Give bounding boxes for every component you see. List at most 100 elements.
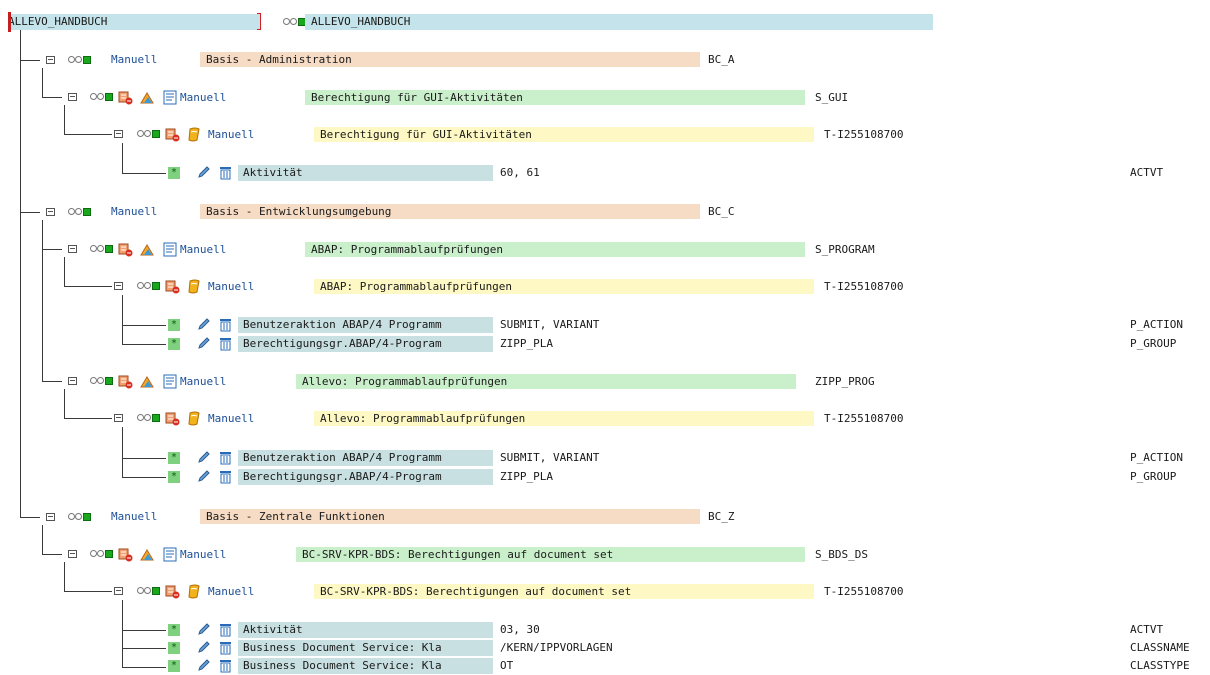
field-value[interactable]: /KERN/IPPVORLAGEN <box>496 640 1124 656</box>
field-label: Benutzeraktion ABAP/4 Programm <box>243 451 442 464</box>
object-tech-name: S_PROGRAM <box>815 243 875 256</box>
tree-line <box>42 381 62 382</box>
collapse-folder-icon[interactable] <box>46 208 55 216</box>
maintained-star-icon: * <box>168 452 180 464</box>
pencil-edit-icon[interactable] <box>196 622 211 637</box>
traffic-light-status-icon <box>90 244 114 254</box>
tree-line <box>122 458 166 459</box>
authorization-label: BC-SRV-KPR-BDS: Berechtigungen auf docum… <box>320 585 632 598</box>
object-text: BC-SRV-KPR-BDS: Berechtigungen auf docum… <box>296 547 805 562</box>
trash-delete-icon[interactable] <box>218 658 233 673</box>
field-value[interactable]: ZIPP_PLA <box>496 469 1124 485</box>
field-value[interactable]: OT <box>496 658 1124 674</box>
field-value[interactable]: ZIPP_PLA <box>496 336 1124 352</box>
traffic-light-status-icon <box>137 586 161 596</box>
collapse-folder-icon[interactable] <box>114 414 123 422</box>
status-manual[interactable]: Manuell <box>111 509 157 524</box>
collapse-folder-icon[interactable] <box>46 56 55 64</box>
collapse-folder-icon[interactable] <box>68 550 77 558</box>
trash-delete-icon[interactable] <box>218 622 233 637</box>
trash-delete-icon[interactable] <box>218 640 233 655</box>
tree-line <box>64 134 112 135</box>
pencil-edit-icon[interactable] <box>196 450 211 465</box>
status-manual[interactable]: Manuell <box>208 127 254 142</box>
category-text: Basis - Zentrale Funktionen <box>200 509 700 524</box>
tree-line <box>64 105 65 135</box>
root-label-box[interactable]: ALLEVO_HANDBUCH <box>8 14 260 30</box>
authorization-label: ABAP: Programmablaufprüfungen <box>320 280 513 293</box>
field-label: Berechtigungsgr.ABAP/4-Program <box>243 470 442 483</box>
tree-line <box>42 97 62 98</box>
pencil-edit-icon[interactable] <box>196 640 211 655</box>
org-level-icon <box>140 376 154 388</box>
maintained-star-icon: * <box>168 471 180 483</box>
profile-icon <box>165 412 180 426</box>
status-manual[interactable]: Manuell <box>180 374 226 389</box>
category-text: Basis - Entwicklungsumgebung <box>200 204 700 219</box>
field-value[interactable]: 03, 30 <box>496 622 1124 638</box>
collapse-folder-icon[interactable] <box>68 377 77 385</box>
root-title-box: ALLEVO_HANDBUCH <box>305 14 933 30</box>
tree-line <box>20 212 40 213</box>
org-level-icon <box>140 92 154 104</box>
status-manual[interactable]: Manuell <box>111 204 157 219</box>
traffic-light-status-icon <box>90 92 114 102</box>
pencil-edit-icon[interactable] <box>196 658 211 673</box>
category-label: Basis - Zentrale Funktionen <box>206 510 385 523</box>
collapse-folder-icon[interactable] <box>68 245 77 253</box>
pencil-edit-icon[interactable] <box>196 469 211 484</box>
trash-delete-icon[interactable] <box>218 469 233 484</box>
authorization-text: BC-SRV-KPR-BDS: Berechtigungen auf docum… <box>314 584 814 599</box>
field-name: Berechtigungsgr.ABAP/4-Program <box>238 336 493 352</box>
tree-line <box>64 591 112 592</box>
tree-line <box>42 220 43 382</box>
pencil-edit-icon[interactable] <box>196 317 211 332</box>
field-value[interactable]: SUBMIT, VARIANT <box>496 317 1124 333</box>
object-tech-name: ZIPP_PROG <box>815 375 875 388</box>
object-tech-name: S_GUI <box>815 91 849 104</box>
collapse-folder-icon[interactable] <box>114 282 123 290</box>
traffic-light-status-icon <box>283 17 307 27</box>
traffic-light-status-icon <box>68 207 92 217</box>
status-manual[interactable]: Manuell <box>208 584 254 599</box>
trash-delete-icon[interactable] <box>218 165 233 180</box>
status-manual[interactable]: Manuell <box>180 90 226 105</box>
status-manual[interactable]: Manuell <box>180 547 226 562</box>
cursor-bracket <box>257 13 261 30</box>
trash-delete-icon[interactable] <box>218 317 233 332</box>
collapse-folder-icon[interactable] <box>114 587 123 595</box>
root-title: ALLEVO_HANDBUCH <box>311 15 411 28</box>
status-manual[interactable]: Manuell <box>208 279 254 294</box>
org-level-icon <box>140 244 154 256</box>
collapse-folder-icon[interactable] <box>114 130 123 138</box>
status-manual[interactable]: Manuell <box>208 411 254 426</box>
status-manual[interactable]: Manuell <box>111 52 157 67</box>
status-manual[interactable]: Manuell <box>180 242 226 257</box>
authorization-tech-name: T-I255108700 <box>824 412 904 425</box>
collapse-folder-icon[interactable] <box>68 93 77 101</box>
field-value[interactable]: SUBMIT, VARIANT <box>496 450 1124 466</box>
authorization-icon <box>188 127 200 142</box>
tree-line <box>122 143 123 174</box>
maintained-star-icon: * <box>168 338 180 350</box>
trash-delete-icon[interactable] <box>218 450 233 465</box>
tree-line <box>64 389 65 419</box>
trash-delete-icon[interactable] <box>218 336 233 351</box>
maintained-star-icon: * <box>168 624 180 636</box>
traffic-light-status-icon <box>68 512 92 522</box>
profile-icon <box>165 280 180 294</box>
pencil-edit-icon[interactable] <box>196 165 211 180</box>
object-label: ABAP: Programmablaufprüfungen <box>311 243 504 256</box>
org-level-icon <box>140 549 154 561</box>
tree-line <box>122 600 123 668</box>
collapse-folder-icon[interactable] <box>46 513 55 521</box>
field-value-text: 60, 61 <box>500 166 540 179</box>
traffic-light-status-icon <box>68 55 92 65</box>
field-list-icon <box>163 547 177 562</box>
pencil-edit-icon[interactable] <box>196 336 211 351</box>
category-tech-name: BC_Z <box>708 510 735 523</box>
root-label: ALLEVO_HANDBUCH <box>8 15 108 28</box>
field-value[interactable]: 60, 61 <box>496 165 1124 181</box>
category-label: Basis - Entwicklungsumgebung <box>206 205 392 218</box>
field-tech-name: ACTVT <box>1130 166 1164 179</box>
